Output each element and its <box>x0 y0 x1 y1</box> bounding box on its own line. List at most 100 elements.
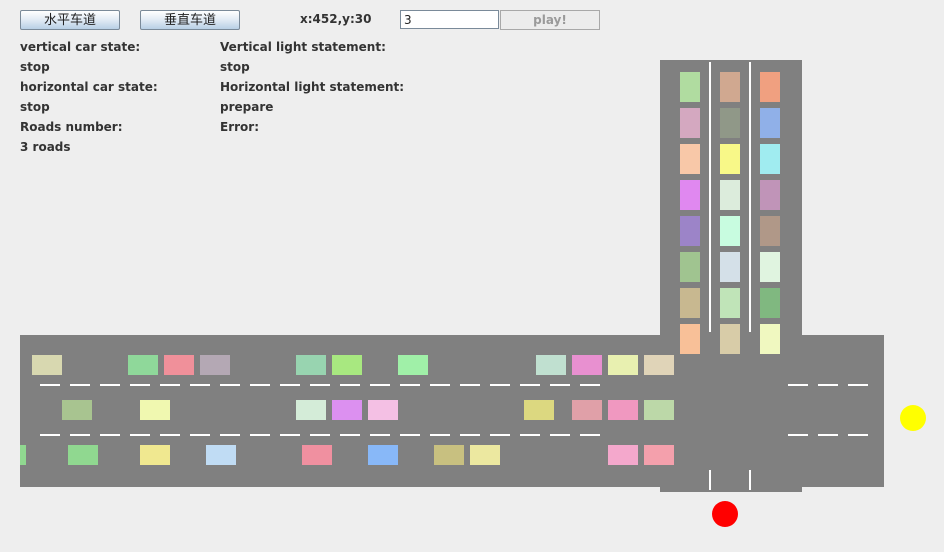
lane-dash <box>130 384 150 386</box>
vertical-car <box>760 72 780 102</box>
vertical-car <box>680 144 700 174</box>
lane-dash <box>190 384 210 386</box>
horizontal-lane-button[interactable]: 水平车道 <box>20 10 120 30</box>
lane-dash <box>340 434 360 436</box>
lane-dash <box>848 434 868 436</box>
lane-dash <box>70 384 90 386</box>
horizontal-car <box>20 445 26 465</box>
lane-dash <box>190 434 210 436</box>
lane-dash <box>490 434 510 436</box>
horizontal-car <box>608 355 638 375</box>
vertical-car <box>760 324 780 354</box>
vertical-car <box>720 180 740 210</box>
vertical-car <box>760 216 780 246</box>
horizontal-car <box>332 400 362 420</box>
horizontal-car <box>644 445 674 465</box>
vertical-car <box>720 288 740 318</box>
roads-number-value: 3 roads <box>20 140 71 154</box>
lane-dash <box>100 384 120 386</box>
lane-dash <box>749 62 751 332</box>
vertical-car <box>720 144 740 174</box>
lane-dash <box>220 384 240 386</box>
lane-dash <box>460 434 480 436</box>
lane-dash <box>220 434 240 436</box>
lane-dash <box>400 384 420 386</box>
horizontal-light-value: prepare <box>220 100 274 114</box>
horizontal-car <box>608 400 638 420</box>
error-label: Error: <box>220 120 259 134</box>
horizontal-car <box>164 355 194 375</box>
lane-dash <box>400 434 420 436</box>
lane-dash <box>430 434 450 436</box>
vertical-car-state-value: stop <box>20 60 50 74</box>
roads-number-label: Roads number: <box>20 120 123 134</box>
horizontal-car <box>128 355 158 375</box>
lane-dash <box>430 384 450 386</box>
vertical-car <box>760 108 780 138</box>
vertical-car <box>680 108 700 138</box>
lane-dash <box>788 434 808 436</box>
horizontal-car <box>200 355 230 375</box>
horizontal-car <box>398 355 428 375</box>
vertical-car <box>680 216 700 246</box>
lane-dash <box>40 434 60 436</box>
lane-dash <box>520 434 540 436</box>
lane-dash <box>370 434 390 436</box>
vertical-car <box>760 180 780 210</box>
lane-dash <box>130 434 150 436</box>
lane-dash <box>310 434 330 436</box>
lane-dash <box>370 384 390 386</box>
horizontal-car <box>572 355 602 375</box>
vertical-car <box>760 144 780 174</box>
vertical-car <box>760 252 780 282</box>
lane-dash <box>580 434 600 436</box>
horizontal-car <box>524 400 554 420</box>
vertical-car <box>680 180 700 210</box>
horizontal-car <box>206 445 236 465</box>
vertical-car <box>720 108 740 138</box>
horizontal-car-state-value: stop <box>20 100 50 114</box>
lane-dash <box>749 470 751 490</box>
horizontal-car <box>368 400 398 420</box>
lane-dash <box>160 434 180 436</box>
vertical-car <box>720 252 740 282</box>
horizontal-traffic-light <box>900 405 926 431</box>
vertical-car <box>680 252 700 282</box>
lane-dash <box>340 384 360 386</box>
lane-dash <box>848 384 868 386</box>
horizontal-car <box>296 400 326 420</box>
lane-dash <box>70 434 90 436</box>
horizontal-car <box>302 445 332 465</box>
horizontal-car <box>536 355 566 375</box>
lane-dash <box>818 434 838 436</box>
lane-dash <box>460 384 480 386</box>
lane-dash <box>550 384 570 386</box>
horizontal-car <box>608 445 638 465</box>
roads-number-input[interactable] <box>400 10 499 29</box>
vertical-car <box>680 324 700 354</box>
lane-dash <box>490 384 510 386</box>
lane-dash <box>250 434 270 436</box>
vertical-car <box>720 324 740 354</box>
horizontal-car <box>296 355 326 375</box>
vertical-car <box>680 72 700 102</box>
horizontal-car <box>644 400 674 420</box>
vertical-traffic-light <box>712 501 738 527</box>
vertical-light-label: Vertical light statement: <box>220 40 386 54</box>
horizontal-car <box>140 445 170 465</box>
vertical-lane-button[interactable]: 垂直车道 <box>140 10 240 30</box>
vertical-car <box>720 216 740 246</box>
horizontal-car <box>470 445 500 465</box>
horizontal-car-state-label: horizontal car state: <box>20 80 158 94</box>
play-button[interactable]: play! <box>500 10 600 30</box>
lane-dash <box>520 384 540 386</box>
lane-dash <box>709 470 711 490</box>
horizontal-car <box>68 445 98 465</box>
cursor-coordinates: x:452,y:30 <box>300 12 372 26</box>
horizontal-car <box>62 400 92 420</box>
vertical-car <box>680 288 700 318</box>
lane-dash <box>100 434 120 436</box>
horizontal-car <box>332 355 362 375</box>
horizontal-car <box>572 400 602 420</box>
lane-dash <box>580 384 600 386</box>
